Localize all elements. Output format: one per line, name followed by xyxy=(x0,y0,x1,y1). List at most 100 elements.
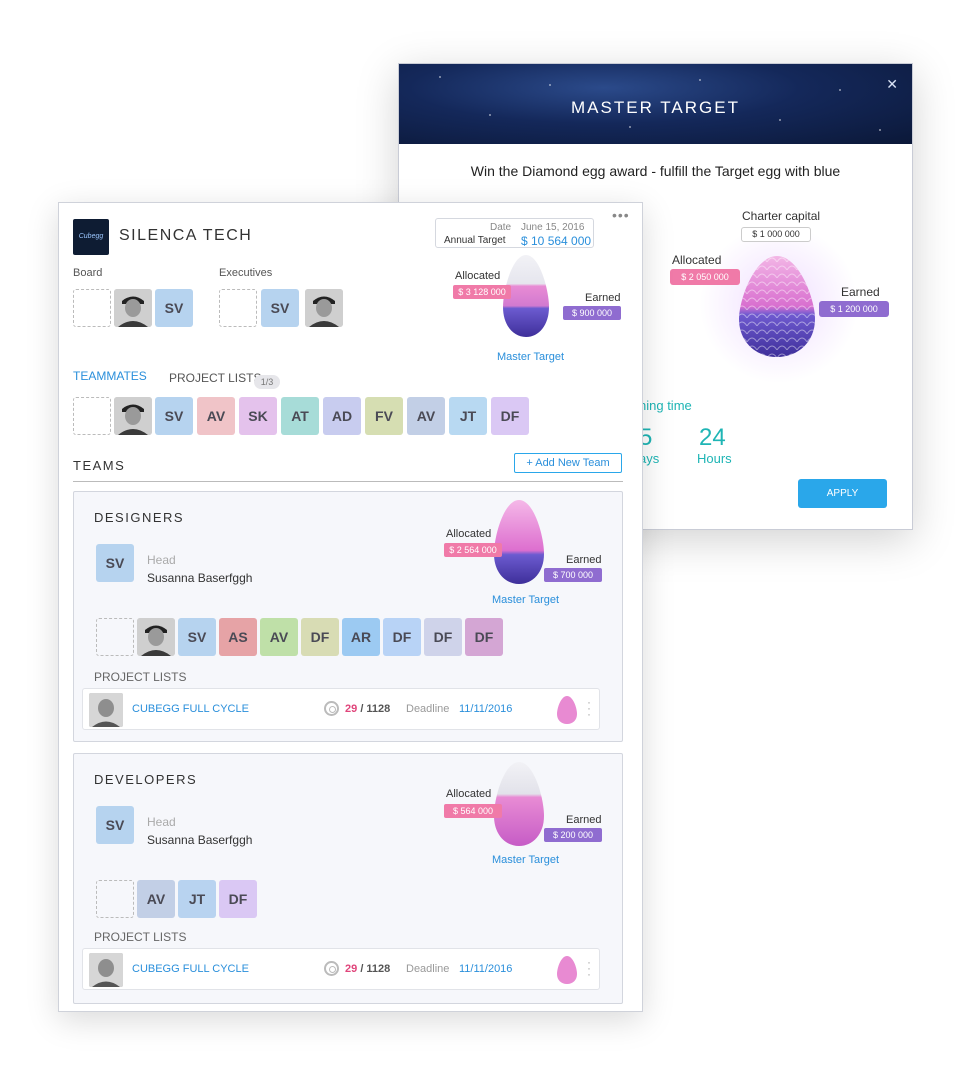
team-master-target-link[interactable]: Master Target xyxy=(492,854,559,866)
person-photo-icon xyxy=(114,289,152,327)
company-master-target-link[interactable]: Master Target xyxy=(497,351,564,363)
member-avatar-fv[interactable]: FV xyxy=(365,397,403,435)
project-lists-label: PROJECT LISTS xyxy=(94,930,187,944)
modal-earned-value: $ 1 200 000 xyxy=(819,301,889,317)
person-photo-icon xyxy=(114,397,152,435)
member-avatar-av[interactable]: AV xyxy=(197,397,235,435)
hours-value: 24 xyxy=(699,424,726,451)
project-lists-label: PROJECT LISTS xyxy=(94,670,187,684)
remaining-time-label: ning time xyxy=(639,398,692,413)
member-avatar-sk[interactable]: SK xyxy=(239,397,277,435)
date-target-box: Date June 15, 2016 Annual Target $ 10 56… xyxy=(435,218,594,248)
teams-heading: TEAMS xyxy=(73,458,126,473)
member-avatar-df[interactable]: DF xyxy=(465,618,503,656)
person-photo-icon xyxy=(89,693,123,727)
avatar[interactable] xyxy=(114,289,152,327)
master-egg-icon xyxy=(739,256,815,357)
member-avatar-at[interactable]: AT xyxy=(281,397,319,435)
avatar[interactable] xyxy=(305,289,343,327)
team-allocated-value: $ 564 000 xyxy=(444,804,502,818)
modal-header: MASTER TARGET ✕ xyxy=(399,64,912,144)
member-avatar-df[interactable]: DF xyxy=(383,618,421,656)
annual-target-label: Annual Target xyxy=(444,235,506,246)
more-dots-icon[interactable]: ••• xyxy=(612,207,630,223)
add-board-slot[interactable] xyxy=(73,289,111,327)
member-avatar-sv[interactable]: SV xyxy=(178,618,216,656)
company-allocated-label: Allocated xyxy=(455,270,501,282)
executives-label: Executives xyxy=(219,267,273,279)
member-avatar-df[interactable]: DF xyxy=(491,397,529,435)
avatar[interactable] xyxy=(114,397,152,435)
member-avatar-sv[interactable]: SV xyxy=(155,397,193,435)
team-allocated-value: $ 2 564 000 xyxy=(444,543,502,557)
project-progress: 29 / 1128 xyxy=(345,703,390,715)
member-avatar-ar[interactable]: AR xyxy=(342,618,380,656)
tab-project-lists[interactable]: PROJECT LISTS xyxy=(169,371,261,385)
member-avatar-ad[interactable]: AD xyxy=(323,397,361,435)
deadline-label: Deadline xyxy=(406,703,450,715)
close-icon[interactable]: ✕ xyxy=(886,76,898,93)
project-row[interactable]: CUBEGG FULL CYCLE 29 / 1128 Deadline 11/… xyxy=(82,948,600,990)
company-earned-value: $ 900 000 xyxy=(563,306,621,320)
progress-done: 29 xyxy=(345,703,358,715)
annual-target-value: $ 10 564 000 xyxy=(521,234,592,248)
team-master-target-link[interactable]: Master Target xyxy=(492,594,559,606)
add-teammate-slot[interactable] xyxy=(73,397,111,435)
member-avatar-jt[interactable]: JT xyxy=(449,397,487,435)
charter-capital-value: $ 1 000 000 xyxy=(741,227,811,242)
board-label: Board xyxy=(73,267,103,279)
target-icon xyxy=(324,961,339,976)
project-row[interactable]: CUBEGG FULL CYCLE 29 / 1128 Deadline 11/… xyxy=(82,688,600,730)
tab-teammates[interactable]: TEAMMATES xyxy=(73,369,147,383)
member-avatar-av[interactable]: AV xyxy=(137,880,175,918)
modal-subtitle: Win the Diamond egg award - fulfill the … xyxy=(470,163,841,179)
member-avatar-jt[interactable]: JT xyxy=(178,880,216,918)
avatar[interactable] xyxy=(137,618,175,656)
row-menu-icon[interactable]: · · · xyxy=(586,696,592,720)
team-earned-label: Earned xyxy=(566,554,602,566)
row-menu-icon[interactable]: · · · xyxy=(586,956,592,980)
executive-member-sv[interactable]: SV xyxy=(261,289,299,327)
member-avatar-av[interactable]: AV xyxy=(407,397,445,435)
company-egg-widget: Allocated $ 3 128 000 Earned $ 900 000 M… xyxy=(449,253,629,368)
team-earned-label: Earned xyxy=(566,814,602,826)
target-icon xyxy=(324,701,339,716)
board-member-sv[interactable]: SV xyxy=(155,289,193,327)
team-earned-value: $ 700 000 xyxy=(544,568,602,582)
head-name: Susanna Baserfggh xyxy=(147,833,253,847)
member-avatar-av[interactable]: AV xyxy=(260,618,298,656)
company-logo: Cubegg xyxy=(73,219,109,255)
team-card-designers: DESIGNERS SV Head Susanna Baserfggh Allo… xyxy=(73,491,623,742)
member-avatar-df[interactable]: DF xyxy=(424,618,462,656)
date-label: Date xyxy=(490,222,512,233)
company-earned-label: Earned xyxy=(585,292,621,304)
project-progress: 29 / 1128 xyxy=(345,963,390,975)
company-name: SILENCA TECH xyxy=(119,227,253,244)
person-photo-icon xyxy=(137,618,175,656)
avatar xyxy=(89,693,123,727)
deadline-value: 11/11/2016 xyxy=(459,963,513,975)
add-new-team-button[interactable]: + Add New Team xyxy=(514,453,622,473)
project-lists-badge: 1/3 xyxy=(254,375,280,389)
add-member-slot[interactable] xyxy=(96,880,134,918)
add-member-slot[interactable] xyxy=(96,618,134,656)
add-executive-slot[interactable] xyxy=(219,289,257,327)
team-head-avatar[interactable]: SV xyxy=(96,544,134,582)
deadline-label: Deadline xyxy=(406,963,450,975)
member-avatar-df[interactable]: DF xyxy=(301,618,339,656)
team-head-avatar[interactable]: SV xyxy=(96,806,134,844)
project-name-link[interactable]: CUBEGG FULL CYCLE xyxy=(132,703,249,715)
member-avatar-as[interactable]: AS xyxy=(219,618,257,656)
project-name-link[interactable]: CUBEGG FULL CYCLE xyxy=(132,963,249,975)
modal-allocated-label: Allocated xyxy=(672,253,722,267)
apply-button[interactable]: APPLY xyxy=(798,479,887,508)
modal-title: MASTER TARGET xyxy=(571,98,740,117)
team-name: DESIGNERS xyxy=(94,510,185,525)
team-earned-value: $ 200 000 xyxy=(544,828,602,842)
company-allocated-value: $ 3 128 000 xyxy=(453,285,511,299)
progress-total: / 1128 xyxy=(360,703,391,715)
member-avatar-df[interactable]: DF xyxy=(219,880,257,918)
progress-total: / 1128 xyxy=(360,963,391,975)
head-label: Head xyxy=(147,553,176,567)
progress-done: 29 xyxy=(345,963,358,975)
